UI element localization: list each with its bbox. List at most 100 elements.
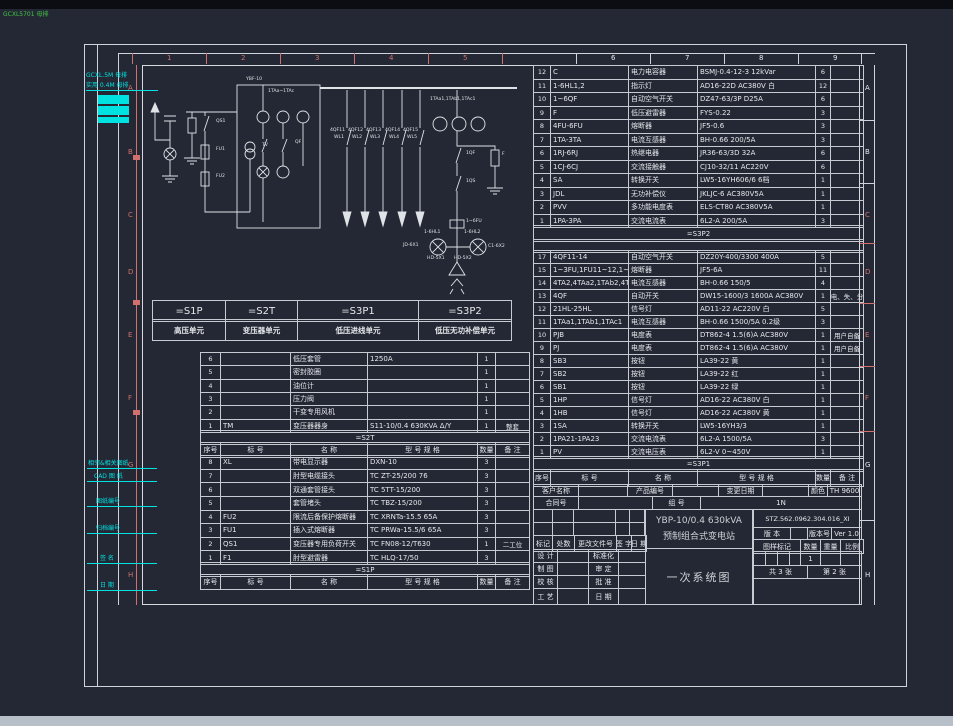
table-cell: 熔断器 [629, 120, 698, 133]
zone-label: E [865, 331, 869, 339]
contract-label: 合同号 [533, 496, 579, 510]
annotation-label: TV [262, 143, 268, 148]
table-row: 12C电力电容器BSMJ-0.4-12-3 12kVar6 [534, 66, 863, 80]
table-cell: 转换开关 [629, 174, 698, 187]
table-cell: 9 [534, 342, 551, 354]
table-cell: 1-6HL1,2 [551, 80, 629, 93]
annotation-label: 实用 0.4M 母排 [86, 80, 129, 89]
table-cell [221, 353, 291, 365]
cyan-highlight-bar[interactable] [98, 95, 129, 104]
table-cell: 自动空气开关 [629, 93, 698, 106]
table-cell: 1 [816, 201, 831, 214]
table-row: 10PJB电度表DT862-4 1.5(6)A AC380V1用户自备 [534, 329, 863, 342]
table-cell: JR36-63/3D 32A [698, 147, 816, 160]
table-cell: 6 [534, 147, 551, 160]
table-cell: 1 [816, 355, 831, 367]
table-cell [831, 188, 863, 201]
sign-process-label: 工 艺 [533, 588, 558, 605]
table-cell: 交流电流表 [629, 433, 698, 445]
table-row: 2PVV多功能电度表ELS-CT80 AC380V5A1 [534, 201, 863, 215]
table-cell: 密封胶圈 [291, 366, 368, 378]
cyan-highlight-bar[interactable] [98, 106, 129, 115]
zone-label: C [865, 211, 870, 219]
table-cell: 用户自备 [831, 329, 863, 341]
table-row: 51CJ-6CJ交流接触器CJ10-32/11 AC220V6 [534, 161, 863, 175]
zone-tick [280, 53, 281, 64]
table-cell: 1250A [368, 353, 478, 365]
table-cell: 3 [478, 524, 496, 537]
table-cell: 指示灯 [629, 80, 698, 93]
table-cell: SA [551, 174, 629, 187]
sheet-index: 第 2 张 [807, 565, 862, 579]
table-row: 2QS1变压器专用负荷开关TC FN08-12/T6301二工位 [201, 538, 529, 552]
table-cell [496, 524, 529, 537]
table-cell: 14 [534, 277, 551, 289]
zone-label: 9 [833, 54, 837, 62]
table-cell: 热继电器 [629, 147, 698, 160]
table-cell: 4 [816, 277, 831, 289]
table-row: 6SB1按钮LA39-22 绿1 [534, 381, 863, 394]
cyan-highlight-bar[interactable] [98, 117, 129, 123]
table-cell: 12 [816, 80, 831, 93]
table-cell: 1HB [551, 407, 629, 419]
table-cell: 3 [816, 107, 831, 120]
table-cell: 低压避雷器 [629, 107, 698, 120]
table-cell: 11 [534, 316, 551, 328]
annotation-label: 日 期 [100, 580, 114, 589]
table-cell [831, 147, 863, 160]
sign-ratify-value [618, 575, 646, 589]
table-cell: F [551, 107, 629, 120]
table-cell: 2 [534, 201, 551, 214]
sheet-border-top [84, 44, 906, 45]
table-cell: 1PA21-1PA23 [551, 433, 629, 445]
table-row: 7肘型电缆接头TC ZT-25/200 763 [201, 470, 529, 484]
table-cell: 1 [478, 353, 496, 365]
table-cell: ELS-CT80 AC380V5A [698, 201, 816, 214]
parts-table-s3p1: 174QF11-14自动空气开关DZ20Y-400/3300 400A5151~… [533, 250, 864, 459]
table-cell: 信号灯 [629, 394, 698, 406]
mark-scale [840, 551, 862, 566]
table-row: =S1P=S2T=S3P1=S3P2 [153, 301, 511, 321]
table-row: 3JDL无功补偿仪JKLJC-6 AC380V5A1 [534, 188, 863, 202]
table-cell: 4QF11-14 [551, 251, 629, 263]
table-cell: 10 [534, 93, 551, 106]
annotation-label: F [502, 152, 505, 157]
annotation-label: 4QF12 [348, 128, 363, 133]
table-cell: 4FU-6FU [551, 120, 629, 133]
table-row: 8XL带电显示器DXN-103 [201, 456, 529, 470]
table-row: 151~3FU,1FU11~12,1~4FU2熔断器JF5-6A11 [534, 264, 863, 277]
table-cell: FYS-0.22 [698, 107, 816, 120]
table-cell: 1HP [551, 394, 629, 406]
table-cell: 肘型电缆接头 [291, 470, 368, 483]
annotation-label: HD-5X2 [454, 256, 472, 261]
table-cell [221, 380, 291, 392]
table-cell: PJB [551, 329, 629, 341]
table-cell: 8 [534, 355, 551, 367]
table-row: 3压力阀1 [201, 393, 529, 406]
table-cell: LW5-16YH3/3 [698, 420, 816, 432]
table-row: 5套管堵头TC TBZ-15/2003 [201, 497, 529, 511]
table-cell [496, 470, 529, 483]
table-cell: 3 [201, 393, 221, 405]
header-cell: 名 称 [291, 575, 368, 589]
sign-approve-label: 审 定 [588, 562, 619, 576]
table-cell: CJ10-32/11 AC220V [698, 161, 816, 174]
table-cell: 电、失、分 [831, 290, 863, 302]
table-cell: TC TBZ-15/200 [368, 497, 478, 510]
table-cell [496, 380, 529, 392]
table-cell: 6 [816, 93, 831, 106]
layer-info-text: GCXL5701 母排 [3, 9, 48, 18]
parts-table-s1p: 8XL带电显示器DXN-1037肘型电缆接头TC ZT-25/200 7636双… [200, 455, 530, 565]
zone-tick [860, 520, 875, 521]
zone-tick [860, 183, 875, 184]
table-row: 111-6HL1,2指示灯AD16-22D AC380V 白12 [534, 80, 863, 94]
titleblock-blank [753, 578, 862, 605]
table-cell: 4 [201, 511, 221, 524]
table-cell: 变压器专用负荷开关 [291, 538, 368, 551]
table-row: 1221HL-25HL信号灯AD11-22 AC220V 白5 [534, 303, 863, 316]
table-cell: 3 [816, 134, 831, 147]
table-row: 5密封胶圈1 [201, 366, 529, 379]
table-row: 4油位计1 [201, 380, 529, 393]
table-cell: 15 [534, 264, 551, 276]
table-cell: 无功补偿仪 [629, 188, 698, 201]
